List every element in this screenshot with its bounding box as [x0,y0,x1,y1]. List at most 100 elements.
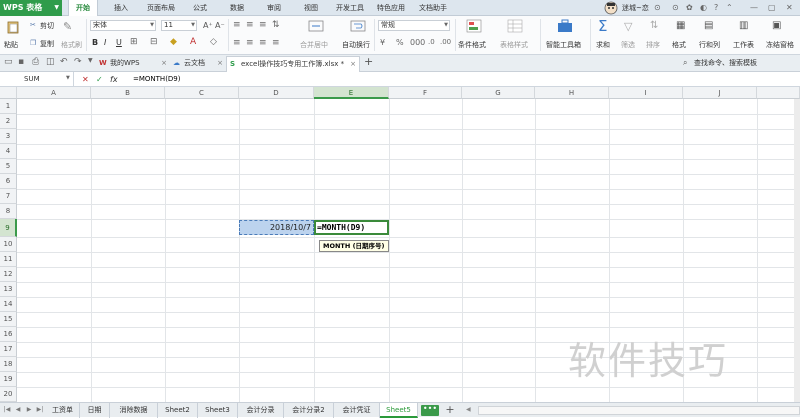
app-menu-button[interactable]: WPS 表格 ▼ [0,0,62,16]
paste-icon[interactable] [6,20,20,34]
tab-doc-assistant[interactable]: 文档助手 [416,0,450,16]
sheet-tab-active[interactable]: Sheet5 [380,403,418,418]
column-header[interactable]: D [239,87,314,99]
formula-input[interactable]: =MONTH(D9) [133,72,181,87]
italic-button[interactable]: I [104,38,106,47]
column-header[interactable]: B [91,87,165,99]
save-icon[interactable]: ▪ [18,57,24,67]
row-header[interactable]: 18 [0,357,17,372]
worksheet-button[interactable]: 工作表 [733,40,754,50]
row-header[interactable]: 13 [0,282,17,297]
row-header[interactable]: 4 [0,144,17,159]
help-icon[interactable]: ? [714,0,718,16]
row-col-button[interactable]: 行和列 [699,40,720,50]
align-center-icon[interactable]: ≡ [246,38,254,48]
tab-data[interactable]: 数据 [226,0,248,16]
row-header[interactable]: 14 [0,297,17,312]
sheet-tab[interactable]: 日期 [80,403,110,418]
row-header[interactable]: 12 [0,267,17,282]
tab-home[interactable]: 开始 [68,0,98,17]
decrease-decimal-icon[interactable]: .00 [440,38,451,46]
avatar[interactable] [604,1,618,15]
row-header[interactable]: 8 [0,204,17,219]
cancel-button[interactable]: ✕ [82,72,89,87]
decrease-font-icon[interactable]: A⁻ [215,21,225,30]
user-name[interactable]: 迷城~恋 [622,0,649,16]
sheet-tab[interactable]: 会计分录 [238,403,284,418]
font-name-select[interactable]: 宋体 ▼ [90,20,156,31]
table-style-button[interactable]: 表格样式 [500,40,528,50]
merge-center-button[interactable]: 合并居中 [300,40,328,50]
clear-icon[interactable]: ◇ [210,37,217,47]
sheet-tab[interactable]: 消除数据 [110,403,158,418]
row-header[interactable]: 5 [0,159,17,174]
horizontal-scrollbar[interactable] [478,406,800,415]
sheet-tab[interactable]: Sheet2 [158,403,198,418]
tab-developer[interactable]: 开发工具 [333,0,367,16]
cell-d9[interactable]: 2018/10/7 [239,220,314,235]
chevron-down-icon[interactable]: ▼ [88,57,93,64]
currency-icon[interactable]: ¥ [380,38,385,47]
row-header[interactable]: 15 [0,312,17,327]
insert-function-button[interactable]: fx [110,72,118,87]
freeze-panes-button[interactable]: 冻结窗格 [766,40,794,50]
sheet-tab[interactable]: 工资单 [46,403,80,418]
percent-icon[interactable]: % [396,38,404,47]
column-header[interactable]: A [17,87,91,99]
sum-button[interactable]: 求和 [596,40,610,50]
increase-font-icon[interactable]: A⁺ [203,21,213,30]
format-painter-button[interactable]: 格式刷 [61,40,82,50]
tab-insert[interactable]: 插入 [110,0,132,16]
vertical-scrollbar[interactable] [794,99,800,402]
font-size-select[interactable]: 11 ▼ [161,20,197,31]
tab-page-layout[interactable]: 页面布局 [144,0,178,16]
tab-formula[interactable]: 公式 [189,0,211,16]
column-header[interactable]: I [609,87,683,99]
align-top-icon[interactable]: ≡ [233,20,241,30]
text-direction-icon[interactable]: ⇅ [272,20,280,30]
close-icon[interactable]: ✕ [786,0,793,16]
conditional-format-button[interactable]: 条件格式 [458,40,486,50]
print-icon[interactable]: ⎙ [32,57,39,67]
column-header[interactable]: G [462,87,535,99]
align-left-icon[interactable]: ≡ [233,38,241,48]
add-sheet-button[interactable]: + [443,403,457,418]
row-header[interactable]: 6 [0,174,17,189]
merge-icon[interactable]: ⊟ [150,37,158,47]
new-tab-button[interactable]: + [364,55,373,68]
border-icon[interactable]: ⊞ [130,37,138,47]
sheet-tab[interactable]: 会计凭证 [334,403,380,418]
more-icon[interactable]: ⌃ [726,0,733,16]
close-icon[interactable]: × [217,56,223,71]
cut-button[interactable]: 剪切 [40,21,54,31]
thousands-icon[interactable]: 000 [410,38,425,47]
row-header[interactable]: 10 [0,237,17,252]
row-header[interactable]: 17 [0,342,17,357]
align-right-icon[interactable]: ≡ [259,38,267,48]
undo-icon[interactable]: ↶ [60,57,68,67]
close-icon[interactable]: × [161,56,167,71]
name-box[interactable]: SUM [0,72,74,87]
maximize-icon[interactable]: ▢ [768,0,776,16]
next-sheet-icon[interactable]: ▶ [25,405,33,415]
copy-button[interactable]: 复制 [40,39,54,49]
doc-tab-workbook[interactable]: S excel操作技巧专用工作簿.xlsx * × [226,56,360,72]
confirm-button[interactable]: ✓ [96,72,103,87]
row-header[interactable]: 3 [0,129,17,144]
last-sheet-icon[interactable]: ▶| [36,405,44,415]
underline-button[interactable]: U [116,38,122,47]
preview-icon[interactable]: ◫ [46,57,55,67]
sheet-tab[interactable]: Sheet3 [198,403,238,418]
folder-icon[interactable]: ▭ [4,57,13,67]
row-header[interactable]: 1 [0,99,17,114]
cell-e9-editing[interactable]: =MONTH(D9) [314,220,389,235]
smart-toolbox-button[interactable]: 智能工具箱 [546,40,581,50]
minimize-icon[interactable]: — [750,0,758,16]
bold-button[interactable]: B [92,38,98,47]
align-bottom-icon[interactable]: ≡ [259,20,267,30]
sheet-tab[interactable]: 会计分录2 [284,403,334,418]
user-dropdown-icon[interactable]: ⊙ [654,0,661,16]
row-header[interactable]: 16 [0,327,17,342]
align-middle-icon[interactable]: ≡ [246,20,254,30]
fill-color-icon[interactable]: ◆ [170,37,177,47]
